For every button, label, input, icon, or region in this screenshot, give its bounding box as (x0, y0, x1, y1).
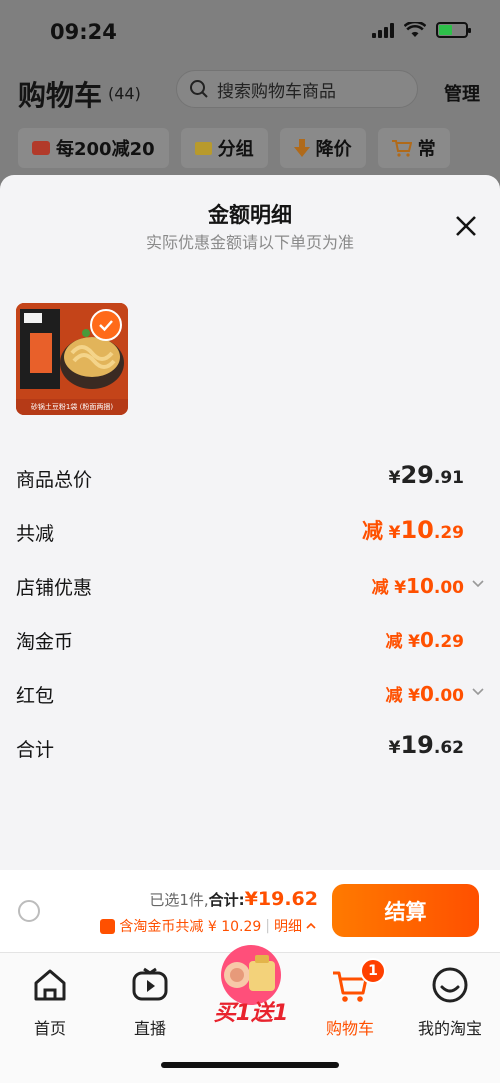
filter-chip-frequent[interactable]: 常 (377, 128, 450, 168)
total-value: ¥19.62 (244, 888, 318, 910)
cart-badge: 1 (360, 958, 386, 984)
row-red-packet[interactable]: 红包 减 ¥0.00 (16, 677, 484, 713)
selected-count: 已选1件, (149, 891, 209, 909)
home-icon (34, 969, 66, 1001)
filter-chip-label: 分组 (217, 139, 254, 160)
row-label: 共减 (16, 523, 55, 545)
manage-button[interactable]: 管理 (444, 80, 480, 106)
total-label: 合计: (208, 891, 245, 909)
sheet-title: 金额明细 (208, 203, 292, 227)
checkout-button[interactable]: 结算 (332, 884, 479, 937)
chevron-down-icon[interactable] (472, 578, 484, 590)
promo-label: 买1送1 (213, 1001, 289, 1026)
signal-icon (372, 22, 394, 38)
filter-chip-group[interactable]: 分组 (180, 128, 268, 168)
filter-chip-discount[interactable]: 每200减20 (18, 128, 169, 168)
divider: | (265, 918, 270, 934)
row-value: 减 ¥10.00 (371, 574, 464, 598)
select-all-checkbox[interactable] (18, 900, 40, 922)
search-icon (190, 80, 208, 98)
row-value: 减 ¥0.29 (385, 628, 464, 652)
tab-home[interactable]: 首页 (0, 965, 100, 1038)
tab-label: 首页 (33, 1019, 66, 1038)
cart-title: 购物车 (18, 79, 103, 112)
row-label: 淘金币 (16, 631, 74, 653)
row-label: 合计 (16, 739, 55, 761)
row-sum: 合计 ¥19.62 (16, 731, 484, 767)
cart-header: 购物车 (44) 搜索购物车商品 管理 (0, 64, 500, 118)
cart-search-input[interactable]: 搜索购物车商品 (176, 70, 418, 108)
sheet-subtitle: 实际优惠金额请以下单页为准 (145, 233, 354, 252)
filter-chip-label: 降价 (315, 139, 352, 160)
wifi-icon (404, 22, 426, 37)
home-indicator (161, 1062, 339, 1068)
live-icon (132, 967, 168, 1001)
tab-label: 购物车 (325, 1019, 374, 1038)
price-drop-icon (293, 139, 310, 157)
row-total-discount: 共减 减 ¥10.29 (16, 515, 484, 551)
tab-profile[interactable]: 我的淘宝 (400, 965, 500, 1038)
filter-chip-label: 常 (417, 139, 436, 160)
row-value: ¥29.91 (388, 461, 464, 489)
product-caption: 砂锅土豆粉1袋 (粉面两捆) (16, 399, 128, 415)
profile-icon (432, 967, 468, 1003)
cart-count: (44) (108, 84, 141, 103)
tab-live[interactable]: 直播 (100, 965, 200, 1038)
tab-label: 直播 (133, 1019, 166, 1038)
amount-detail-sheet: 金额明细 实际优惠金额请以下单页为准 砂锅土豆粉1袋 (粉面两捆) 商品总价 ¥… (0, 175, 500, 953)
detail-link[interactable]: 明细 (274, 916, 302, 936)
wallet-icon (32, 141, 50, 155)
filter-chip-price-drop[interactable]: 降价 (279, 128, 366, 168)
battery-icon (436, 22, 471, 38)
row-shop-discount[interactable]: 店铺优惠 减 ¥10.00 (16, 569, 484, 605)
tab-promo[interactable]: 买1送1 (205, 945, 297, 1027)
row-label: 红包 (16, 685, 55, 707)
filter-chip-label: 每200减20 (56, 139, 155, 160)
row-value: 减 ¥0.00 (385, 682, 464, 706)
status-bar: 09:24 (0, 0, 500, 62)
status-time: 09:24 (50, 20, 117, 44)
folder-icon (194, 141, 212, 155)
selected-summary: 已选1件,合计:¥19.62 (149, 888, 318, 910)
chevron-down-icon[interactable] (472, 686, 484, 698)
tab-label: 我的淘宝 (417, 1019, 482, 1038)
row-label: 商品总价 (16, 469, 93, 491)
close-icon[interactable] (453, 213, 479, 239)
checkout-bar: 已选1件,合计:¥19.62 含淘金币共减 ¥ 10.29 | 明细 结算 (0, 870, 500, 952)
selected-check-icon[interactable] (90, 309, 122, 341)
row-value: ¥19.62 (388, 731, 464, 759)
row-value: 减 ¥10.29 (362, 516, 464, 544)
chevron-up-icon[interactable] (306, 921, 316, 931)
search-placeholder: 搜索购物车商品 (217, 81, 336, 102)
cart-icon (391, 140, 412, 157)
row-taojinbi: 淘金币 减 ¥0.29 (16, 623, 484, 659)
filter-chips: 每200减20 分组 降价 常 (18, 128, 450, 168)
row-total-price: 商品总价 ¥29.91 (16, 461, 484, 497)
status-icons (372, 22, 471, 38)
discount-summary[interactable]: 含淘金币共减 ¥ 10.29 | 明细 (100, 916, 316, 936)
row-label: 店铺优惠 (16, 577, 93, 599)
discount-text: 含淘金币共减 ¥ 10.29 (119, 919, 262, 935)
coin-icon (100, 918, 116, 934)
